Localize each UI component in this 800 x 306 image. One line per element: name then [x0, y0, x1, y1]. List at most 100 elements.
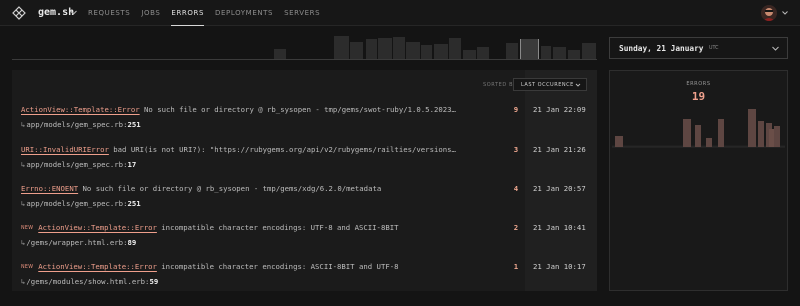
- timeline-histogram[interactable]: [12, 26, 597, 60]
- chart-bar: [769, 129, 774, 147]
- histogram-bar: [568, 50, 580, 59]
- histogram-bar: [378, 38, 392, 59]
- file-path: /gems/wrapper.html.erb: [26, 238, 124, 247]
- gem-logo-icon[interactable]: [12, 6, 26, 20]
- nav-errors[interactable]: ERRORS: [171, 0, 204, 26]
- return-arrow-icon: ↳: [21, 199, 26, 208]
- file-path: app/models/gem_spec.rb: [26, 120, 124, 129]
- nav-deployments[interactable]: DEPLOYMENTS: [215, 0, 273, 26]
- occurrence-count: 2: [513, 223, 519, 232]
- timezone-label: UTC: [709, 46, 719, 51]
- error-row[interactable]: Errno::ENOENT No such file or directory …: [12, 182, 597, 220]
- error-message: No such file or directory @ rb_sysopen -…: [139, 105, 456, 114]
- main-nav: REQUESTS JOBS ERRORS DEPLOYMENTS SERVERS: [88, 0, 331, 26]
- chart-bar: [706, 138, 712, 147]
- histogram-bar: [506, 43, 518, 59]
- error-location[interactable]: ↳/gems/wrapper.html.erb:89: [21, 236, 136, 249]
- nav-servers[interactable]: SERVERS: [284, 0, 320, 26]
- sort-select[interactable]: LAST OCCURENCE: [513, 78, 587, 91]
- occurrence-count: 3: [513, 145, 519, 154]
- exception-class[interactable]: ActionView::Template::Error: [21, 105, 140, 114]
- last-occurrence-time: 21 Jan 21:26: [533, 145, 586, 154]
- return-arrow-icon: ↳: [21, 277, 26, 286]
- return-arrow-icon: ↳: [21, 160, 26, 169]
- errors-chart-panel: ERRORS 19: [609, 70, 788, 291]
- error-message: No such file or directory @ rb_sysopen -…: [78, 184, 382, 193]
- error-title[interactable]: NEW ActionView::Template::Error incompati…: [21, 221, 511, 234]
- error-message: bad URI(is not URI?): "https://rubygems.…: [108, 145, 456, 154]
- selected-date: Sunday, 21 January: [619, 44, 704, 53]
- error-row[interactable]: ActionView::Template::Error No such file…: [12, 103, 597, 141]
- file-path: app/models/gem_spec.rb: [26, 199, 124, 208]
- line-number: 59: [149, 277, 159, 286]
- chart-bar: [718, 119, 724, 147]
- error-title[interactable]: ActionView::Template::Error No such file…: [21, 103, 511, 116]
- error-title[interactable]: Errno::ENOENT No such file or directory …: [21, 182, 511, 195]
- chevron-down-icon[interactable]: [781, 9, 789, 17]
- error-location[interactable]: ↳app/models/gem_spec.rb:251: [21, 197, 141, 210]
- chart-bar: [748, 109, 756, 147]
- histogram-bar: [421, 45, 432, 59]
- exception-class[interactable]: ActionView::Template::Error: [38, 262, 157, 271]
- histogram-bar: [477, 47, 489, 59]
- file-path: /gems/modules/show.html.erb: [26, 277, 146, 286]
- return-arrow-icon: ↳: [21, 238, 26, 247]
- exception-class[interactable]: ActionView::Template::Error: [38, 223, 157, 232]
- occurrence-count: 1: [513, 262, 519, 271]
- error-title[interactable]: NEW ActionView::Template::Error incompati…: [21, 260, 511, 273]
- new-badge: NEW: [21, 265, 34, 270]
- chart-bar: [683, 119, 691, 147]
- error-row[interactable]: NEW ActionView::Template::Error incompati…: [12, 221, 597, 259]
- chevron-down-icon: [575, 83, 581, 87]
- exception-class[interactable]: URI::InvalidURIError: [21, 145, 109, 154]
- histogram-bar: [553, 47, 566, 59]
- histogram-bar: [393, 37, 405, 59]
- last-occurrence-time: 21 Jan 22:09: [533, 105, 586, 114]
- chevron-down-icon: [772, 46, 779, 51]
- date-picker[interactable]: Sunday, 21 January UTC: [609, 37, 788, 59]
- error-title[interactable]: URI::InvalidURIError bad URI(is not URI?…: [21, 143, 511, 156]
- sorted-by-label: SORTED BY: [483, 82, 517, 88]
- error-row[interactable]: NEW ActionView::Template::Error incompati…: [12, 260, 597, 298]
- occurrence-count: 4: [513, 184, 519, 193]
- chart-bar: [758, 121, 764, 147]
- histogram-selected-range[interactable]: [520, 39, 539, 59]
- avatar-image: [761, 5, 777, 21]
- error-location[interactable]: ↳app/models/gem_spec.rb:17: [21, 158, 136, 171]
- histogram-bar: [541, 46, 551, 59]
- histogram-bar: [434, 44, 448, 59]
- top-navigation-bar: gem.sh REQUESTS JOBS ERRORS DEPLOYMENTS …: [0, 0, 800, 26]
- last-occurrence-time: 21 Jan 10:17: [533, 262, 586, 271]
- chevron-down-icon[interactable]: [69, 8, 78, 17]
- line-number: 17: [127, 160, 137, 169]
- histogram-bar: [274, 49, 286, 59]
- histogram-bar: [463, 50, 476, 59]
- occurrence-count: 9: [513, 105, 519, 114]
- nav-requests[interactable]: REQUESTS: [88, 0, 130, 26]
- histogram-bar: [449, 38, 461, 59]
- last-occurrence-time: 21 Jan 10:41: [533, 223, 586, 232]
- new-badge: NEW: [21, 226, 34, 231]
- chart-bar: [695, 125, 701, 147]
- histogram-bar: [334, 36, 349, 59]
- errors-bar-chart[interactable]: [610, 71, 787, 290]
- chart-bar: [774, 126, 780, 147]
- chart-bar: [615, 136, 623, 147]
- histogram-bar: [350, 42, 363, 59]
- line-number: 89: [127, 238, 137, 247]
- return-arrow-icon: ↳: [21, 120, 26, 129]
- histogram-bar: [406, 42, 420, 59]
- line-number: 251: [127, 120, 141, 129]
- line-number: 251: [127, 199, 141, 208]
- file-path: app/models/gem_spec.rb: [26, 160, 124, 169]
- exception-class[interactable]: Errno::ENOENT: [21, 184, 78, 193]
- user-avatar[interactable]: [761, 5, 777, 21]
- error-location[interactable]: ↳app/models/gem_spec.rb:251: [21, 118, 141, 131]
- error-message: incompatible character encodings: ASCII-…: [156, 262, 399, 271]
- error-location[interactable]: ↳/gems/modules/show.html.erb:59: [21, 275, 158, 288]
- error-message: incompatible character encodings: UTF-8 …: [156, 223, 399, 232]
- nav-jobs[interactable]: JOBS: [141, 0, 160, 26]
- histogram-bar: [366, 39, 377, 59]
- histogram-bar: [582, 43, 596, 59]
- error-row[interactable]: URI::InvalidURIError bad URI(is not URI?…: [12, 143, 597, 181]
